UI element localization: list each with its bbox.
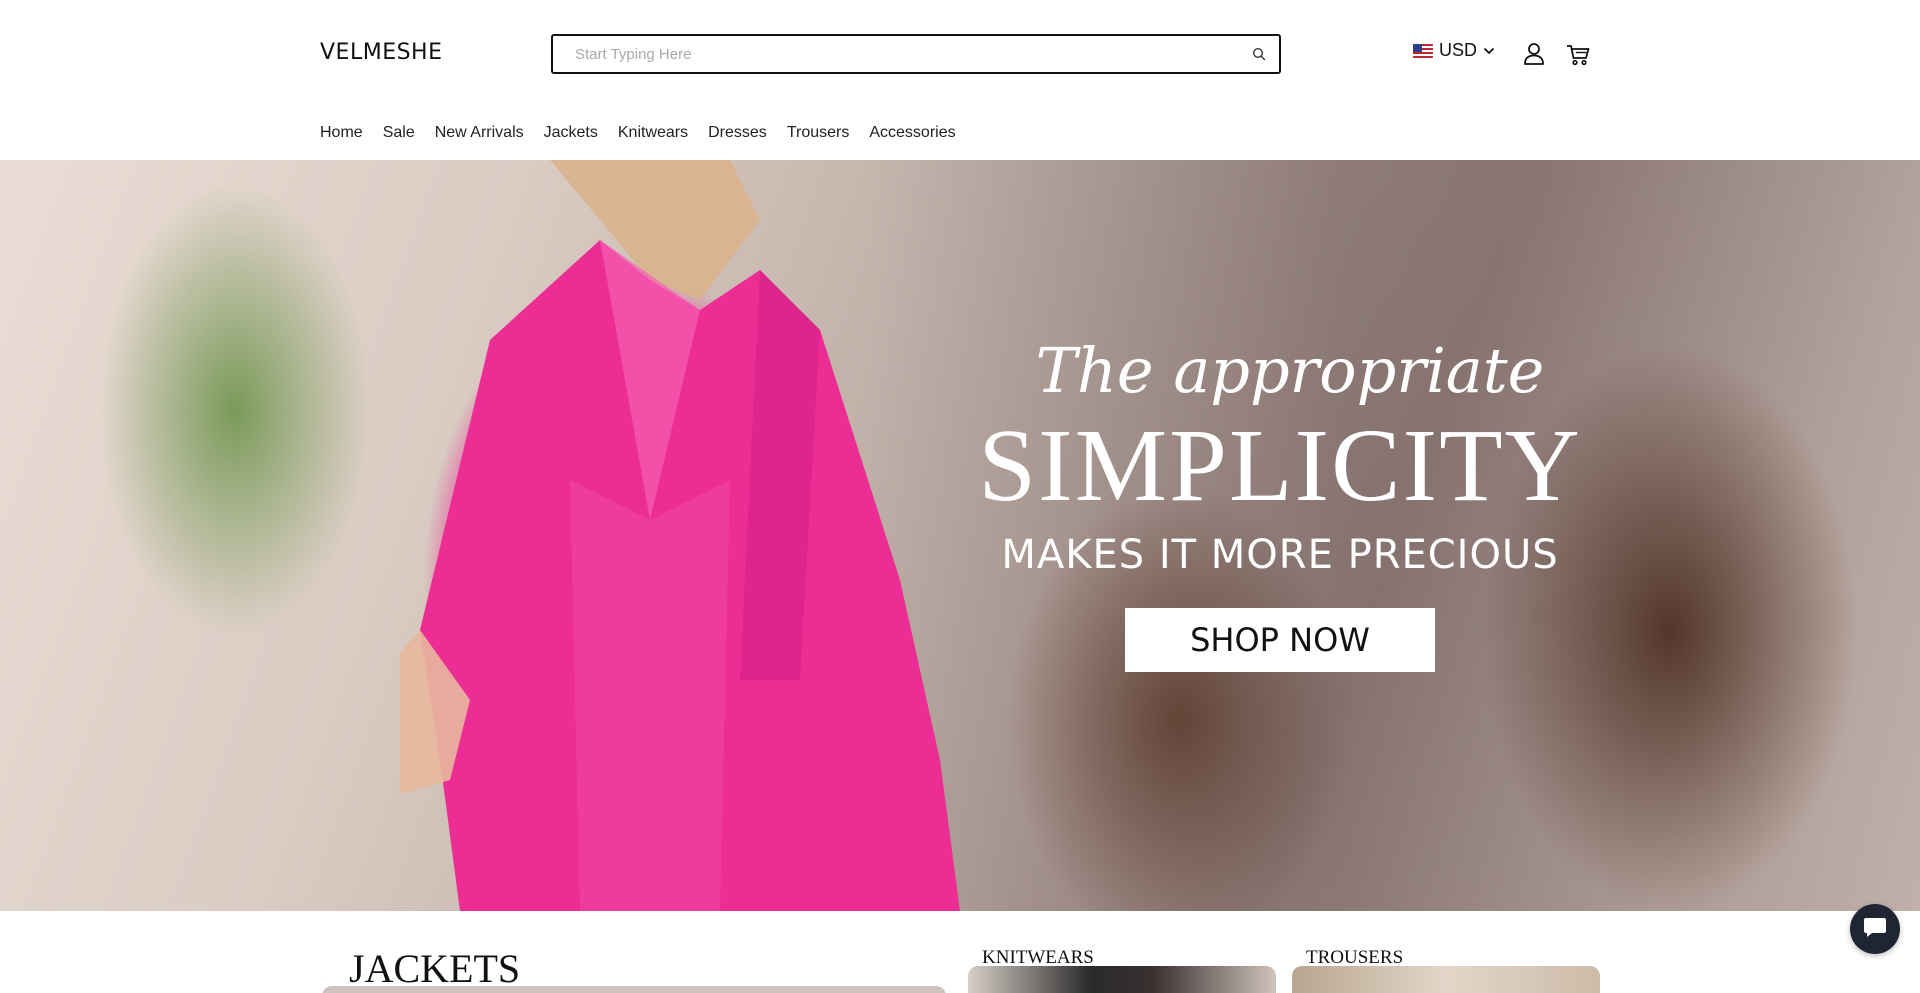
hero-text-block: The appropriate SIMPLICITY MAKES IT MORE… (960, 340, 1600, 672)
hero-model-image (400, 160, 960, 911)
site-header: VELMESHE USD Home Sale New Arrivals Jack… (0, 0, 1920, 160)
nav-item-trousers[interactable]: Trousers (787, 124, 850, 142)
nav-item-jackets[interactable]: Jackets (544, 124, 598, 142)
hero-subline: MAKES IT MORE PRECIOUS (1001, 532, 1559, 578)
currency-label: USD (1439, 40, 1478, 60)
nav-item-home[interactable]: Home (320, 124, 363, 142)
category-image-jackets[interactable] (322, 986, 946, 993)
search-icon[interactable] (1239, 36, 1279, 72)
hero-banner[interactable]: The appropriate SIMPLICITY MAKES IT MORE… (0, 160, 1920, 911)
site-logo[interactable]: VELMESHE (320, 40, 443, 65)
main-nav: Home Sale New Arrivals Jackets Knitwears… (320, 124, 956, 142)
currency-selector[interactable]: USD (1413, 40, 1495, 61)
nav-item-dresses[interactable]: Dresses (708, 124, 767, 142)
category-image-knitwears[interactable] (968, 966, 1276, 993)
category-image-trousers[interactable] (1292, 966, 1600, 993)
user-icon[interactable] (1520, 40, 1548, 68)
nav-item-sale[interactable]: Sale (383, 124, 415, 142)
shop-now-button[interactable]: SHOP NOW (1125, 608, 1435, 672)
nav-item-new-arrivals[interactable]: New Arrivals (435, 124, 524, 142)
search-input[interactable] (553, 36, 1239, 72)
category-title-jackets[interactable]: JACKETS (349, 945, 520, 992)
hero-headline: SIMPLICITY (978, 408, 1582, 523)
cart-icon[interactable] (1564, 40, 1592, 68)
chat-button[interactable] (1850, 904, 1900, 954)
us-flag-icon (1413, 43, 1433, 58)
hero-script-line: The appropriate (1035, 334, 1545, 407)
chevron-down-icon (1483, 40, 1495, 61)
nav-item-accessories[interactable]: Accessories (869, 124, 955, 142)
chat-bubble-icon (1862, 914, 1888, 945)
search-bar (551, 34, 1281, 74)
nav-item-knitwears[interactable]: Knitwears (618, 124, 688, 142)
